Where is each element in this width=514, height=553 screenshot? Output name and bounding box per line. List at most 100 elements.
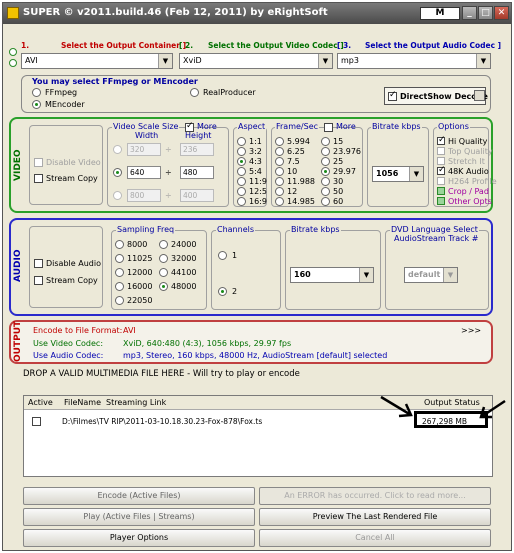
fps-radio-b3[interactable] <box>321 167 330 176</box>
fps-more-checkbox[interactable] <box>324 123 333 132</box>
title-bar[interactable]: SUPER © v2011.build.46 (Feb 12, 2011) by… <box>3 3 511 24</box>
fps-radio-a2[interactable] <box>275 157 284 166</box>
fps-radio-a3[interactable] <box>275 167 284 176</box>
directshow-box[interactable]: DirectShow Decode <box>384 87 488 105</box>
height-field-3[interactable]: 400 <box>180 189 214 202</box>
channel-radio-2[interactable] <box>218 287 227 296</box>
video-codec-select-value: XviD <box>183 56 202 65</box>
output-expand[interactable]: >>> <box>461 326 481 335</box>
chevron-down-icon[interactable]: ▼ <box>443 268 457 282</box>
width-field-1[interactable]: 320 <box>127 143 161 156</box>
scale-radio-1[interactable] <box>113 145 122 154</box>
scale-sep-2: ÷ <box>165 168 172 177</box>
fps-radio-b0[interactable] <box>321 137 330 146</box>
freq-radio-a0[interactable] <box>115 240 124 249</box>
aspect-radio-3[interactable] <box>237 167 246 176</box>
fps-radio-b6[interactable] <box>321 197 330 206</box>
freq-radio-a1[interactable] <box>115 254 124 263</box>
cancel-all-button[interactable]: Cancel All <box>259 529 491 547</box>
realproducer-radio[interactable] <box>190 88 199 97</box>
fps-radio-a6[interactable] <box>275 197 284 206</box>
menu-field[interactable]: M <box>420 7 460 20</box>
player-options-button[interactable]: Player Options <box>23 529 255 547</box>
video-bitrate-select[interactable]: 1056 ▼ <box>372 166 424 182</box>
channels-title: Channels <box>216 225 256 234</box>
video-side-label: VIDEO <box>13 149 23 181</box>
freq-radio-a2[interactable] <box>115 268 124 277</box>
maximize-button[interactable]: □ <box>478 6 493 20</box>
freq-radio-b1[interactable] <box>159 254 168 263</box>
aspect-radio-2[interactable] <box>237 157 246 166</box>
chevron-down-icon[interactable]: ▼ <box>476 54 490 68</box>
disable-audio-checkbox[interactable] <box>34 259 43 268</box>
aspect-radio-4[interactable] <box>237 177 246 186</box>
audio-bitrate-select[interactable]: 160 ▼ <box>290 267 374 283</box>
col-active[interactable]: Active <box>28 398 53 407</box>
fps-radio-a0[interactable] <box>275 137 284 146</box>
freq-radio-a4[interactable] <box>115 296 124 305</box>
video-codec-select[interactable]: XviD ▼ <box>179 53 333 69</box>
width-field-3[interactable]: 800 <box>127 189 161 202</box>
fps-radio-a4[interactable] <box>275 177 284 186</box>
directshow-checkbox[interactable] <box>388 90 397 101</box>
fps-radio-a1[interactable] <box>275 147 284 156</box>
aspect-radio-1[interactable] <box>237 147 246 156</box>
freq-label-b1: 32000 <box>171 254 197 263</box>
play-button[interactable]: Play (Active Files | Streams) <box>23 508 255 526</box>
encoder-panel: You may select FFmpeg or MEncoder FFmpeg… <box>21 75 491 113</box>
container-select[interactable]: AVI ▼ <box>21 53 173 69</box>
disable-video-checkbox[interactable] <box>34 158 43 167</box>
video-stream-copy-checkbox[interactable] <box>34 174 43 183</box>
height-field-2[interactable]: 480 <box>180 166 214 179</box>
option-label-6: Other Opts <box>448 197 492 206</box>
scale-radio-2[interactable] <box>113 168 122 177</box>
add-circle-icon[interactable] <box>9 48 17 56</box>
fps-radio-b5[interactable] <box>321 187 330 196</box>
option-checkbox-0[interactable] <box>437 135 446 145</box>
fps-radio-b2[interactable] <box>321 157 330 166</box>
chevron-down-icon[interactable]: ▼ <box>318 54 332 68</box>
minimize-button[interactable]: _ <box>462 6 477 20</box>
realproducer-label: RealProducer <box>203 88 256 97</box>
option-checkbox-1[interactable] <box>437 147 445 155</box>
option-checkbox-5[interactable] <box>437 187 445 195</box>
ffmpeg-radio[interactable] <box>32 88 41 97</box>
option-checkbox-4[interactable] <box>437 177 445 185</box>
error-button[interactable]: An ERROR has occurred. Click to read mor… <box>259 487 491 505</box>
audio-stream-copy-checkbox[interactable] <box>34 276 43 285</box>
dvd-language-select[interactable]: default ▼ <box>404 267 458 283</box>
row-active-checkbox[interactable] <box>32 417 41 426</box>
chevron-down-icon[interactable]: ▼ <box>409 167 423 181</box>
encode-button[interactable]: Encode (Active Files) <box>23 487 255 505</box>
option-checkbox-2[interactable] <box>437 157 445 165</box>
option-checkbox-3[interactable] <box>437 165 446 175</box>
mencoder-radio[interactable] <box>32 100 41 109</box>
col-streaming[interactable]: Streaming Link <box>106 398 166 407</box>
option-checkbox-6[interactable] <box>437 197 445 205</box>
freq-radio-b3[interactable] <box>159 282 168 291</box>
ffmpeg-label: FFmpeg <box>45 88 78 97</box>
directshow-settings-icon[interactable] <box>474 90 485 101</box>
scale-radio-3[interactable] <box>113 191 122 200</box>
aspect-radio-6[interactable] <box>237 197 246 206</box>
aspect-radio-5[interactable] <box>237 187 246 196</box>
width-field-2[interactable]: 640 <box>127 166 161 179</box>
channel-radio-1[interactable] <box>218 251 227 260</box>
chevron-down-icon[interactable]: ▼ <box>158 54 172 68</box>
fps-radio-b1[interactable] <box>321 147 330 156</box>
option-label-5: Crop / Pad <box>448 187 489 196</box>
aspect-radio-0[interactable] <box>237 137 246 146</box>
chevron-down-icon[interactable]: ▼ <box>359 268 373 282</box>
audio-codec-select[interactable]: mp3 ▼ <box>337 53 491 69</box>
freq-radio-a3[interactable] <box>115 282 124 291</box>
preview-button[interactable]: Preview The Last Rendered File <box>259 508 491 526</box>
freq-radio-b2[interactable] <box>159 268 168 277</box>
freq-label-b0: 24000 <box>171 240 197 249</box>
freq-radio-b0[interactable] <box>159 240 168 249</box>
fps-radio-a5[interactable] <box>275 187 284 196</box>
remove-circle-icon[interactable] <box>9 59 17 67</box>
close-button[interactable]: ✕ <box>494 6 509 20</box>
fps-radio-b4[interactable] <box>321 177 330 186</box>
height-field-1[interactable]: 236 <box>180 143 214 156</box>
col-filename[interactable]: FileName <box>64 398 101 407</box>
